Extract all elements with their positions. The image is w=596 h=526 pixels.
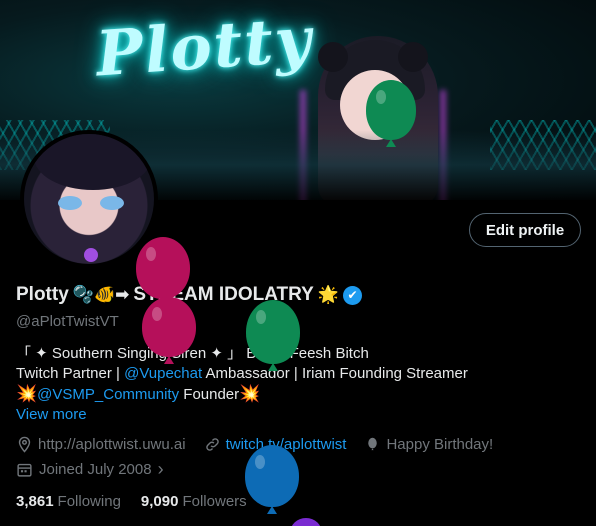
name-emoji: 🫧🐠➡ bbox=[72, 285, 130, 305]
display-name-row: Plotty 🫧🐠➡ STREAM IDOLATRY 🌟 ✔ bbox=[16, 284, 363, 306]
collision-emoji: 💥 bbox=[16, 384, 38, 404]
birthday-balloon bbox=[136, 237, 190, 306]
location-item: http://aplottwist.uwu.ai bbox=[16, 436, 186, 453]
bio-text: Twitch Partner | bbox=[16, 365, 125, 382]
birthday-balloon bbox=[366, 80, 416, 147]
balloon-shine bbox=[152, 307, 162, 321]
balloon-icon bbox=[368, 437, 378, 451]
birthday-text: Happy Birthday! bbox=[386, 436, 494, 453]
followers-count: 9,090 bbox=[140, 493, 179, 510]
birthday-balloon bbox=[142, 297, 196, 364]
website-text: http://aplottwist.uwu.ai bbox=[38, 436, 186, 453]
chevron-right-icon[interactable]: › bbox=[158, 459, 164, 480]
banner-character-bun bbox=[398, 42, 428, 72]
birthday-balloon bbox=[246, 300, 300, 371]
follow-stats: 3,861 Following 9,090 Followers bbox=[16, 493, 247, 510]
following-label: Following bbox=[57, 493, 121, 510]
following-count: 3,861 bbox=[16, 493, 54, 510]
avatar-eye bbox=[100, 196, 124, 210]
verified-badge-icon[interactable]: ✔ bbox=[343, 285, 363, 305]
bio-text: Ambassador | Iriam Founding Streamer bbox=[202, 365, 468, 382]
birthday-balloon bbox=[290, 518, 322, 526]
balloon-shine bbox=[255, 455, 265, 469]
balloon-shine bbox=[256, 310, 266, 324]
display-name: Plotty bbox=[16, 284, 69, 305]
edit-profile-button[interactable]: Edit profile bbox=[469, 213, 581, 247]
joined-row: Joined July 2008 › bbox=[16, 459, 164, 480]
bio-text: Founder bbox=[179, 386, 240, 403]
avatar-eye bbox=[58, 196, 82, 210]
followers-label: Followers bbox=[182, 493, 247, 510]
profile-avatar[interactable] bbox=[20, 130, 158, 268]
name-sun-emoji: 🌟 bbox=[317, 285, 340, 305]
collision-emoji: 💥 bbox=[239, 384, 261, 404]
avatar-gem bbox=[84, 248, 98, 262]
banner-character-bun bbox=[318, 42, 348, 72]
calendar-icon bbox=[17, 463, 32, 477]
bio-line-3: 💥@VSMP_Community Founder💥 bbox=[16, 384, 576, 405]
birthday-balloon bbox=[245, 445, 299, 514]
profile-bio: 「 ✦ Southern Singing Siren ✦ 」 Bratty Fe… bbox=[16, 344, 576, 405]
vupechat-mention-link[interactable]: @Vupechat bbox=[124, 365, 202, 382]
link-icon bbox=[205, 438, 219, 451]
avatar-hair bbox=[34, 134, 152, 190]
bio-line-2: Twitch Partner | @Vupechat Ambassador | … bbox=[16, 364, 576, 384]
balloon-shine bbox=[146, 247, 156, 261]
birthday-item: Happy Birthday! bbox=[364, 436, 493, 453]
balloon-shine bbox=[376, 90, 386, 104]
view-more-link[interactable]: View more bbox=[16, 406, 87, 423]
location-pin-icon bbox=[18, 436, 31, 453]
banner-neon-sign: Plotty bbox=[93, 2, 316, 91]
followers-link[interactable]: 9,090 Followers bbox=[141, 493, 247, 510]
vsmp-community-mention-link[interactable]: @VSMP_Community bbox=[37, 386, 179, 403]
joined-date[interactable]: Joined July 2008 bbox=[39, 461, 152, 478]
following-link[interactable]: 3,861 Following bbox=[16, 493, 121, 510]
user-handle: @aPlotTwistVT bbox=[16, 313, 119, 330]
